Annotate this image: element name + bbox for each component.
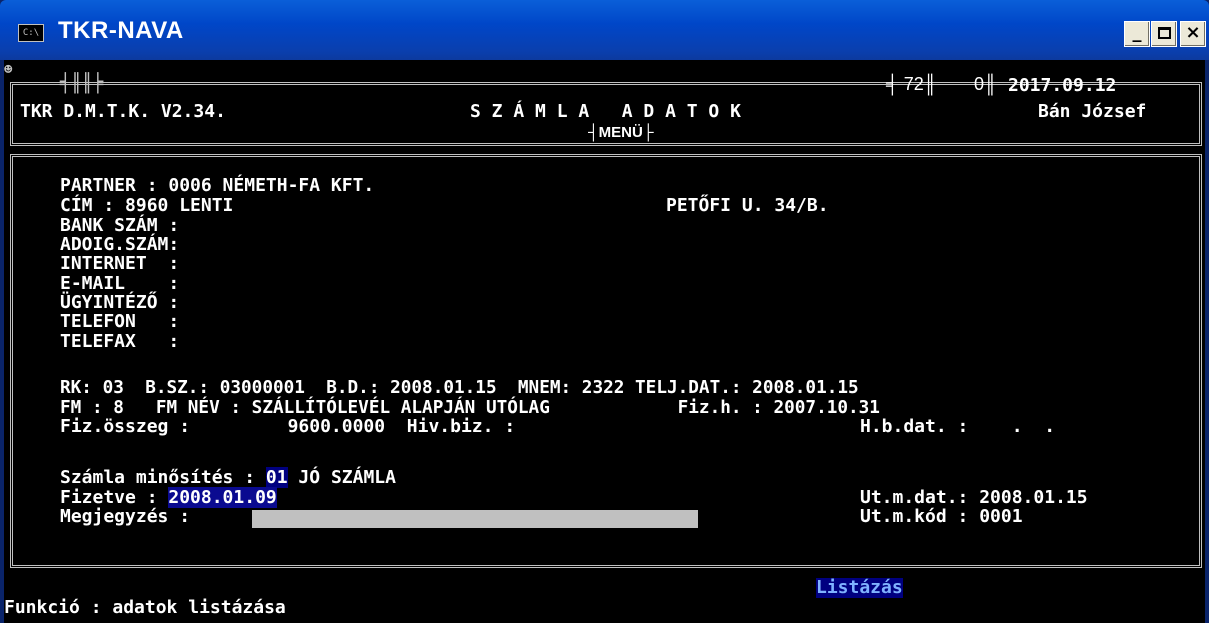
email-line: E-MAIL : — [60, 273, 180, 294]
menu-label[interactable]: ┤MENÜ├ — [588, 123, 653, 143]
title-bar[interactable]: C:\ TKR-NAVA _ × — [0, 0, 1209, 60]
header-date: 2017.09.12 — [1008, 75, 1117, 96]
utm-dat: Ut.m.dat.: 2008.01.15 — [860, 487, 1088, 508]
funkcio-status: Funkció : adatok listázása — [4, 597, 286, 618]
partner-line: PARTNER : 0006 NÉMETH-FA KFT. — [60, 175, 375, 196]
megjegyzes-label: Megjegyzés : — [60, 506, 201, 527]
listazas-button[interactable]: Listázás — [816, 578, 903, 598]
invoice-row-3-left: Fiz.összeg : 9600.0000 Hiv.biz. : — [60, 416, 516, 437]
header-counter-a: ╡ 72║ — [886, 74, 937, 94]
fizetve-date-field[interactable]: 2008.01.09 — [168, 487, 277, 508]
screen-title: S Z Á M L A A D A T O K — [470, 101, 741, 122]
console-icon[interactable]: C:\ — [18, 24, 44, 42]
header-left-ornament: ╡║║╞ — [60, 73, 104, 94]
window-title: TKR-NAVA — [58, 17, 184, 44]
internet-line: INTERNET : — [60, 253, 180, 274]
minosites-text: JÓ SZÁMLA — [287, 467, 396, 488]
minosites-label: Számla minősítés : — [60, 467, 266, 488]
invoice-row-3-right: H.b.dat. : . . — [860, 416, 1056, 437]
maximize-button[interactable] — [1151, 21, 1177, 47]
adoig-line: ADOIG.SZÁM: — [60, 234, 180, 255]
telefax-line: TELEFAX : — [60, 331, 180, 352]
header-counter-b: 0║ — [974, 74, 997, 94]
minosites-code-field[interactable]: 01 — [265, 467, 288, 488]
bank-line: BANK SZÁM : — [60, 215, 180, 236]
console-window: C:\ TKR-NAVA _ × ☻ ╡║║╞ TKR D.M.T.K. V2.… — [0, 0, 1209, 623]
minosites-row: Számla minősítés : 01 JÓ SZÁMLA — [60, 467, 396, 488]
close-button[interactable]: × — [1180, 21, 1206, 47]
fizetve-row: Fizetve : 2008.01.09 — [60, 487, 277, 508]
utm-kod: Ut.m.kód : 0001 — [860, 506, 1023, 527]
console-area[interactable]: ☻ ╡║║╞ TKR D.M.T.K. V2.34. S Z Á M L A A… — [4, 60, 1205, 623]
invoice-row-1: RK: 03 B.SZ.: 03000001 B.D.: 2008.01.15 … — [60, 378, 859, 398]
invoice-row-2: FM : 8 FM NÉV : SZÁLLÍTÓLEVÉL ALAPJÁN UT… — [60, 398, 880, 418]
header-user: Bán József — [1038, 101, 1147, 122]
fizetve-label: Fizetve : — [60, 487, 169, 508]
telefon-line: TELEFON : — [60, 311, 180, 332]
megjegyzes-input[interactable] — [252, 510, 698, 528]
app-version: TKR D.M.T.K. V2.34. — [20, 101, 226, 122]
minimize-button[interactable]: _ — [1124, 21, 1150, 47]
maximize-icon — [1157, 27, 1171, 39]
ugyintezo-line: ÜGYINTÉZŐ : — [60, 292, 180, 313]
address-street: PETŐFI U. 34/B. — [666, 195, 829, 216]
cim-line: CÍM : 8960 LENTI — [60, 195, 234, 216]
small-smiley-icon: ☻ — [4, 62, 13, 78]
